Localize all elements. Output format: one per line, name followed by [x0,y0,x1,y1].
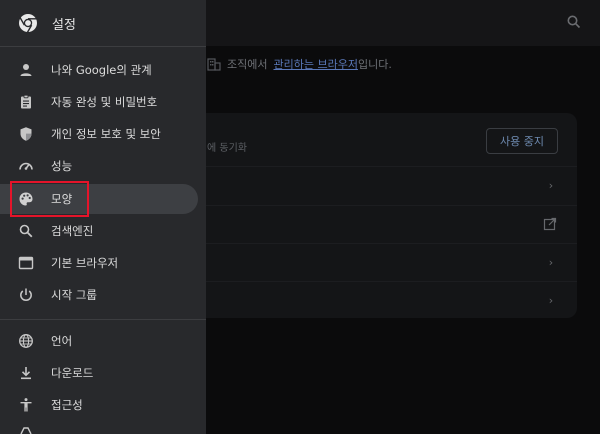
highlight-box [10,181,89,217]
nav-item-label: 시작 그룹 [51,288,97,302]
system-icon [20,427,32,434]
power-icon [20,288,32,302]
nav-item-downloads[interactable]: 다운로드 [0,358,198,388]
open-external-icon[interactable] [543,217,557,231]
accessibility-icon [20,398,32,412]
nav-item-label: 검색엔진 [51,224,94,238]
nav-item-label: 성능 [51,159,73,173]
navigation-drawer: 설정 나와 Google의 관계 자동 완성 및 비밀번호 개인 정보 보호 및… [0,0,206,434]
drawer-header: 설정 [0,0,206,46]
card-divider [206,205,577,206]
managed-suffix: 입니다. [357,58,392,71]
drawer-divider [0,319,206,320]
managed-notice: 조직에서 관리하는 브라우저입니다. [207,55,392,73]
chevron-right-icon[interactable]: › [546,257,556,268]
browser-window-icon [18,256,34,270]
shield-icon [20,127,32,141]
nav-item-label: 나와 Google의 관계 [51,63,152,77]
turn-off-sync-button[interactable]: 사용 중지 [486,128,558,154]
managed-browser-link[interactable]: 관리하는 브라우저 [273,58,357,71]
chevron-right-icon[interactable]: › [546,180,556,191]
globe-icon [19,334,33,348]
card-divider [206,166,577,167]
nav-item-performance[interactable]: 성능 [0,151,198,181]
nav-item-label: 접근성 [51,398,83,412]
building-icon [207,58,221,71]
nav-item-accessibility[interactable]: 접근성 [0,390,198,420]
clipboard-icon [21,94,31,109]
person-icon [20,64,32,76]
card-divider [206,281,577,282]
sync-text: 에 동기화 [207,143,247,154]
nav-item-label: 다운로드 [51,366,94,380]
search-icon[interactable] [566,14,582,30]
settings-window: 조직에서 관리하는 브라우저입니다. 에 동기화 사용 중지 › › › 설정 [0,0,600,434]
nav-item-autofill[interactable]: 자동 완성 및 비밀번호 [0,87,198,117]
nav-item-you-and-google[interactable]: 나와 Google의 관계 [0,55,198,85]
speedometer-icon [19,162,33,170]
nav-item-label: 자동 완성 및 비밀번호 [51,95,158,109]
nav-item-languages[interactable]: 언어 [0,326,198,356]
nav-item-label: 개인 정보 보호 및 보안 [51,127,161,141]
nav-item-label: 기본 브라우저 [51,256,119,270]
card-divider [206,243,577,244]
managed-prefix: 조직에서 [227,58,268,71]
chrome-logo-icon [19,14,37,33]
nav-item-on-startup[interactable]: 시작 그룹 [0,280,198,310]
search-icon [19,224,33,238]
nav-item-search-engine[interactable]: 검색엔진 [0,216,198,246]
drawer-title: 설정 [52,18,76,33]
nav-item-default-browser[interactable]: 기본 브라우저 [0,248,198,278]
download-icon [21,367,31,380]
nav-item-label: 언어 [51,334,73,348]
nav-item-privacy[interactable]: 개인 정보 보호 및 보안 [0,119,198,149]
drawer-divider [0,46,206,47]
chevron-right-icon[interactable]: › [546,295,556,306]
